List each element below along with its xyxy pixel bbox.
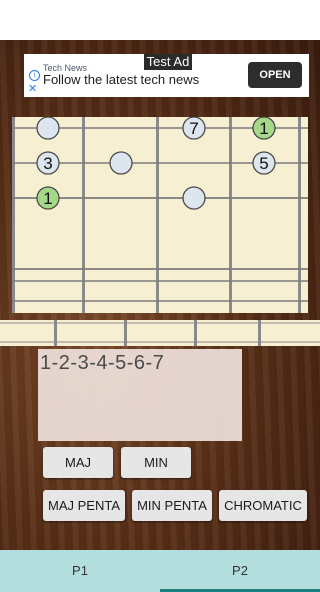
ad-tag: Test Ad: [144, 54, 192, 70]
note-label: 7: [189, 119, 198, 138]
note-marker: 1: [252, 117, 276, 140]
fretboard[interactable]: 7 1 3 5 1: [0, 117, 320, 317]
tab-p1[interactable]: P1: [0, 550, 160, 592]
note-marker: [36, 117, 60, 140]
min-penta-button[interactable]: MIN PENTA: [132, 490, 212, 521]
close-icon[interactable]: ✕: [28, 84, 37, 95]
ad-open-button[interactable]: OPEN: [248, 62, 302, 88]
note-marker: 5: [252, 151, 276, 175]
note-label: 1: [259, 119, 268, 138]
fretboard-surface: [12, 117, 308, 313]
fretboard-nut-strip: [0, 320, 320, 346]
note-label: 5: [259, 154, 268, 173]
min-button[interactable]: MIN: [121, 447, 191, 478]
note-label: 1: [43, 189, 52, 208]
note-circle: [36, 117, 60, 140]
note-marker: 1: [36, 186, 60, 210]
note-circle: [109, 151, 133, 175]
note-marker: 3: [36, 151, 60, 175]
scale-degrees-text: 1-2-3-4-5-6-7: [40, 352, 165, 374]
tab-p2[interactable]: P2: [160, 550, 320, 592]
note-label: 3: [43, 154, 52, 173]
chromatic-button[interactable]: CHROMATIC: [219, 490, 307, 521]
top-bar: [0, 0, 320, 40]
maj-penta-button[interactable]: MAJ PENTA: [43, 490, 125, 521]
info-icon[interactable]: i: [29, 70, 40, 81]
note-marker: 7: [182, 117, 206, 140]
note-circle: [182, 186, 206, 210]
note-marker: [109, 151, 133, 175]
note-marker: [182, 186, 206, 210]
maj-button[interactable]: MAJ: [43, 447, 113, 478]
ad-title[interactable]: Follow the latest tech news: [43, 72, 199, 87]
